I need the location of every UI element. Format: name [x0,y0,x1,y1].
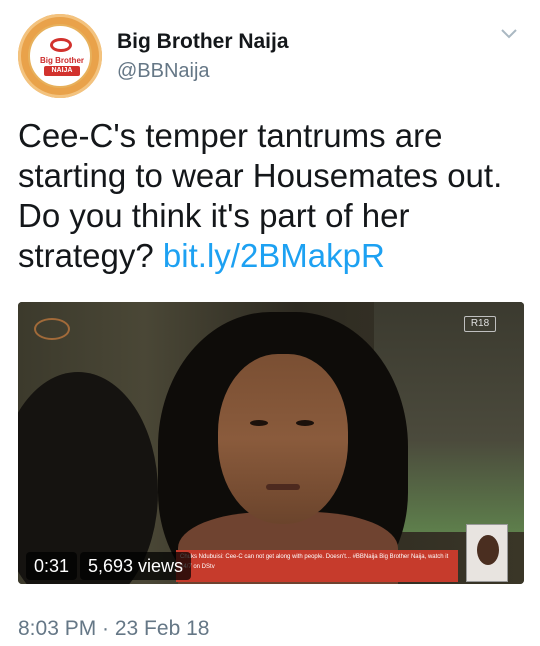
user-handle[interactable]: @BBNaija [117,60,210,83]
video-views: 5,693 views [80,552,192,580]
tweet-timestamp[interactable]: 8:03 PM · 23 Feb 18 [18,617,209,641]
eye-logo-icon [50,38,72,52]
avatar-logo-subtext: NAIJA [44,66,80,76]
video-eye-left [250,420,268,426]
video-eye-right [296,420,314,426]
avatar-logo-text: Big Brother [40,56,84,65]
avatar[interactable]: Big Brother NAIJA [18,14,102,98]
video-duration: 0:31 [26,552,78,580]
video-face [218,354,348,524]
chevron-down-icon[interactable] [500,28,518,40]
tweet-link[interactable]: bit.ly/2BMakpR [163,237,385,274]
video-mouth [266,484,300,490]
thumbnail-face [477,535,499,565]
avatar-logo: Big Brother NAIJA [28,24,92,88]
channel-logo-icon [34,318,70,340]
video-player[interactable]: R18 Chuks Ndubuisi: Cee-C can not get al… [18,302,524,584]
tweet-text: Cee-C's temper tantrums are starting to … [18,116,518,276]
display-name[interactable]: Big Brother Naija [117,30,289,54]
ticker-thumbnail [466,524,508,582]
rating-badge: R18 [464,316,496,332]
news-ticker: Chuks Ndubuisi: Cee-C can not get along … [176,550,458,582]
